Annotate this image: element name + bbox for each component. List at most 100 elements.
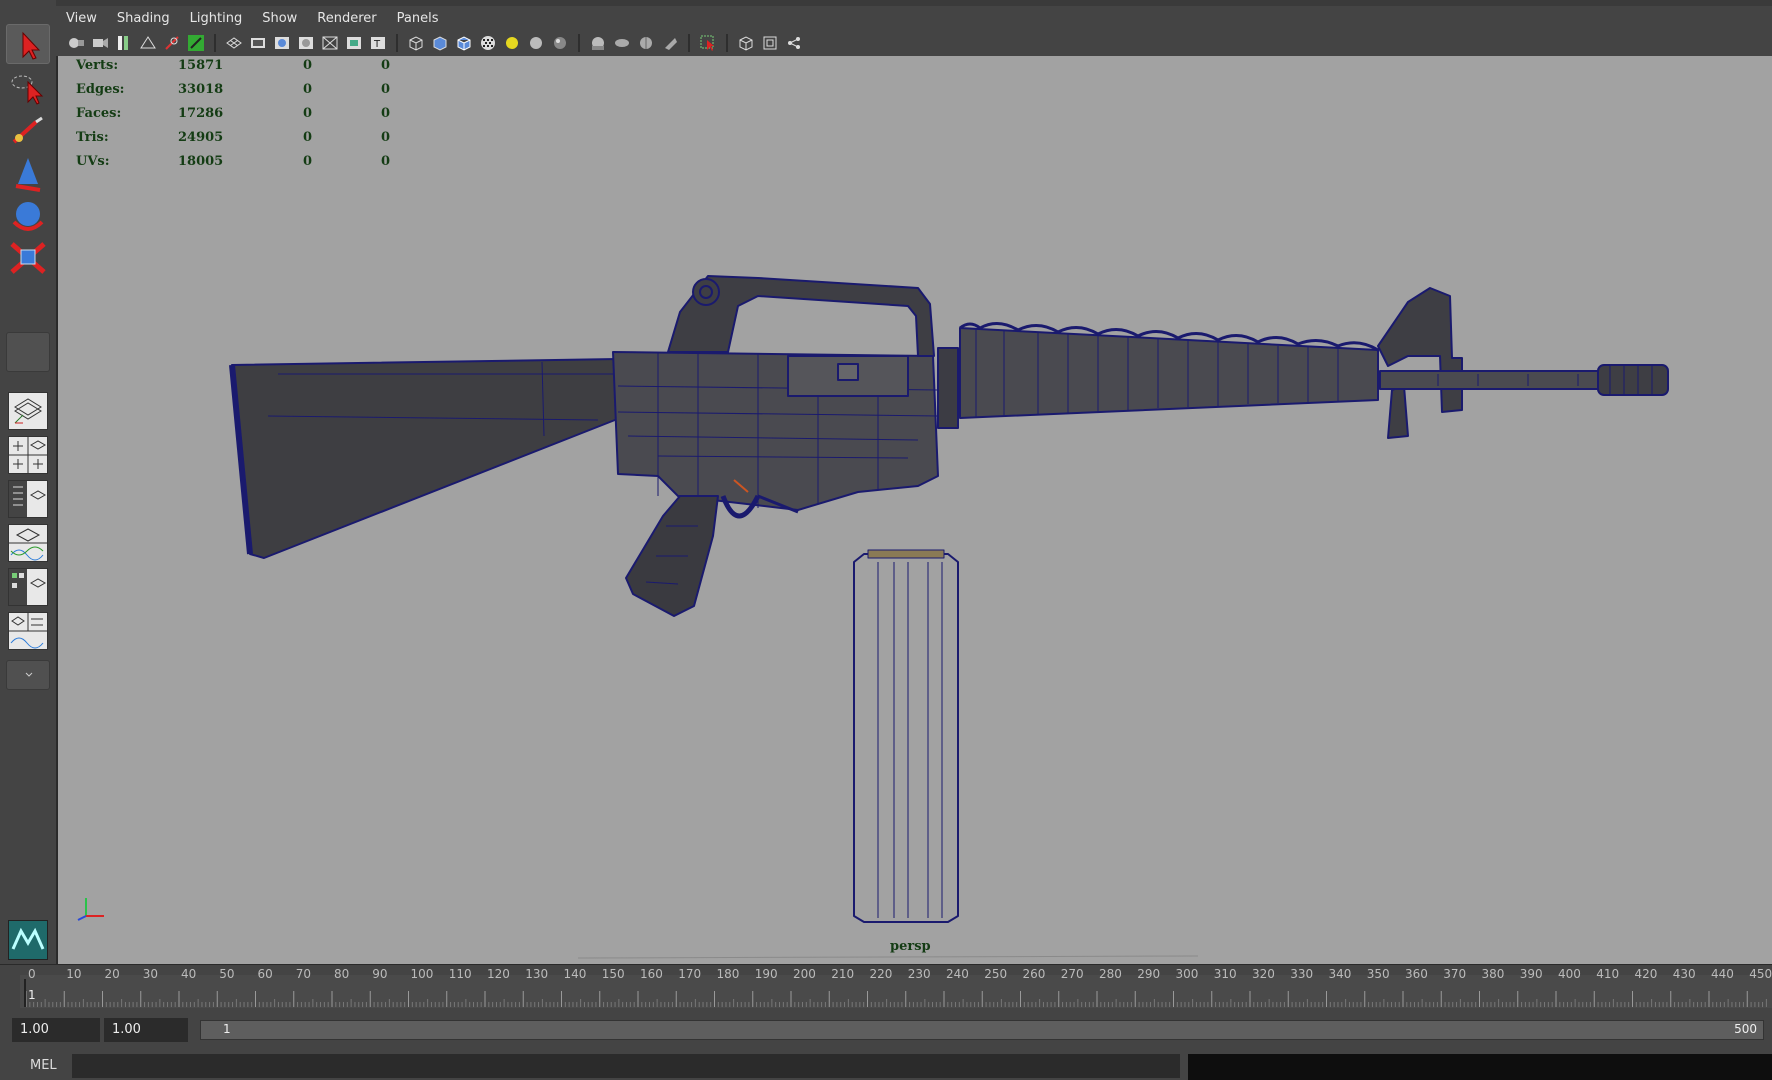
select-tool-button[interactable] bbox=[6, 24, 50, 64]
camera-attributes-icon[interactable] bbox=[90, 33, 110, 53]
time-tick-label: 380 bbox=[1482, 967, 1505, 981]
xray-joints-icon[interactable] bbox=[784, 33, 804, 53]
wireframe-on-shaded-icon[interactable] bbox=[454, 33, 474, 53]
current-frame-label: 1 bbox=[28, 988, 36, 1002]
lasso-tool-button[interactable] bbox=[6, 68, 50, 108]
time-tick-label: 360 bbox=[1405, 967, 1428, 981]
maya-logo-icon bbox=[11, 927, 45, 950]
time-tick-label: 90 bbox=[372, 967, 387, 981]
resolution-gate-icon[interactable] bbox=[272, 33, 292, 53]
paint-select-icon bbox=[12, 116, 43, 144]
command-line: MEL bbox=[0, 1050, 1772, 1080]
safe-action-icon[interactable] bbox=[344, 33, 364, 53]
axis-gizmo bbox=[77, 898, 104, 921]
hardware-fog-icon[interactable] bbox=[660, 33, 680, 53]
time-slider[interactable]: 0 10 20 30 40 50 60 70 80 90 100 110 120 130 140 150 160… bbox=[0, 964, 1772, 1009]
front-sight bbox=[1377, 287, 1463, 413]
layout-four-view-button[interactable] bbox=[8, 436, 48, 474]
time-tick-label: 60 bbox=[258, 967, 273, 981]
rifle-stock bbox=[231, 358, 621, 559]
outliner-view-icon bbox=[9, 481, 47, 517]
layout-outliner-persp-button[interactable] bbox=[8, 480, 48, 518]
motion-blur-icon[interactable] bbox=[588, 33, 608, 53]
graph-view-icon bbox=[9, 528, 47, 561]
command-language-label[interactable]: MEL bbox=[30, 1058, 57, 1073]
time-tick-label: 340 bbox=[1329, 967, 1352, 981]
panel-menu-bar: View Shading Lighting Show Renderer Pane… bbox=[56, 6, 1772, 30]
maya-logo bbox=[8, 920, 48, 960]
screen-space-ao-icon[interactable] bbox=[550, 33, 570, 53]
rotate-tool-button[interactable] bbox=[6, 196, 50, 236]
select-camera-icon[interactable] bbox=[66, 33, 86, 53]
last-tool-slot[interactable] bbox=[6, 332, 50, 372]
menu-shading[interactable]: Shading bbox=[117, 11, 170, 26]
grid-icon[interactable] bbox=[224, 33, 244, 53]
time-tick-label: 220 bbox=[870, 967, 893, 981]
scale-tool-button[interactable] bbox=[6, 238, 50, 278]
menu-lighting[interactable]: Lighting bbox=[190, 11, 243, 26]
wireframe-icon[interactable] bbox=[406, 33, 426, 53]
2d-pan-zoom-icon[interactable] bbox=[162, 33, 182, 53]
xray-active-components-icon[interactable] bbox=[760, 33, 780, 53]
film-gate-icon[interactable] bbox=[248, 33, 268, 53]
time-tick-label: 390 bbox=[1520, 967, 1543, 981]
playback-start-field[interactable]: 1.00 bbox=[104, 1018, 188, 1042]
depth-of-field-icon[interactable] bbox=[636, 33, 656, 53]
time-tick-label: 80 bbox=[334, 967, 349, 981]
command-result bbox=[1188, 1054, 1772, 1080]
layout-persp-graph-button[interactable] bbox=[8, 524, 48, 562]
svg-text:T: T bbox=[373, 39, 381, 50]
time-tick-label: 410 bbox=[1596, 967, 1619, 981]
isolate-select-icon[interactable] bbox=[698, 33, 718, 53]
command-input[interactable] bbox=[72, 1054, 1180, 1078]
toolbar-separator bbox=[688, 34, 690, 52]
textured-icon[interactable] bbox=[478, 33, 498, 53]
smooth-shade-icon[interactable] bbox=[430, 33, 450, 53]
shadows-icon[interactable] bbox=[526, 33, 546, 53]
time-tick-label: 400 bbox=[1558, 967, 1581, 981]
range-end-label: 500 bbox=[1734, 1022, 1757, 1036]
multisample-aa-icon[interactable] bbox=[612, 33, 632, 53]
toolbar-separator bbox=[578, 34, 580, 52]
xray-icon[interactable] bbox=[736, 33, 756, 53]
time-tick-label: 280 bbox=[1099, 967, 1122, 981]
time-tick-label: 210 bbox=[831, 967, 854, 981]
image-plane-icon[interactable] bbox=[138, 33, 158, 53]
time-tick-label: 0 bbox=[28, 967, 36, 981]
safe-title-icon[interactable]: T bbox=[368, 33, 388, 53]
time-tick-label: 370 bbox=[1443, 967, 1466, 981]
time-tick-label: 320 bbox=[1252, 967, 1275, 981]
time-tick-label: 140 bbox=[564, 967, 587, 981]
move-tool-button[interactable] bbox=[6, 154, 50, 194]
paint-select-tool-button[interactable] bbox=[6, 112, 50, 152]
time-tick-label: 10 bbox=[66, 967, 81, 981]
field-chart-icon[interactable] bbox=[320, 33, 340, 53]
hypershade-view-icon bbox=[9, 569, 47, 605]
range-slider[interactable]: 1 500 bbox=[200, 1020, 1764, 1040]
start-time-field[interactable]: 1.00 bbox=[12, 1018, 100, 1042]
time-tick-label: 110 bbox=[449, 967, 472, 981]
gate-mask-icon[interactable] bbox=[296, 33, 316, 53]
camera-name-label: persp bbox=[890, 939, 931, 954]
single-view-icon bbox=[14, 398, 42, 424]
menu-renderer[interactable]: Renderer bbox=[317, 11, 376, 26]
menu-view[interactable]: View bbox=[66, 11, 97, 26]
time-slider-track[interactable] bbox=[20, 975, 1772, 1009]
layout-single-perspective-button[interactable] bbox=[8, 392, 48, 430]
current-time-marker[interactable] bbox=[24, 979, 26, 1007]
more-layouts-button[interactable] bbox=[6, 660, 50, 690]
range-slider-bar: 1.00 1.00 1 500 bbox=[0, 1008, 1772, 1050]
menu-panels[interactable]: Panels bbox=[397, 11, 439, 26]
time-slider-ruler[interactable]: 0 10 20 30 40 50 60 70 80 90 100 110 120 130 140 150 160… bbox=[0, 965, 1772, 1009]
layout-hypershade-button[interactable] bbox=[8, 568, 48, 606]
rifle-model[interactable] bbox=[58, 56, 1772, 964]
time-tick-label: 160 bbox=[640, 967, 663, 981]
bookmarks-icon[interactable] bbox=[114, 33, 134, 53]
layout-persp-outliner-graph-button[interactable] bbox=[8, 612, 48, 650]
menu-show[interactable]: Show bbox=[262, 11, 297, 26]
use-all-lights-icon[interactable] bbox=[502, 33, 522, 53]
time-tick-label: 130 bbox=[525, 967, 548, 981]
multi-view-icon bbox=[9, 613, 47, 649]
perspective-viewport[interactable]: Verts: 15871 0 0 Edges: 33018 0 0 Faces:… bbox=[57, 56, 1772, 964]
grease-pencil-icon[interactable] bbox=[186, 33, 206, 53]
